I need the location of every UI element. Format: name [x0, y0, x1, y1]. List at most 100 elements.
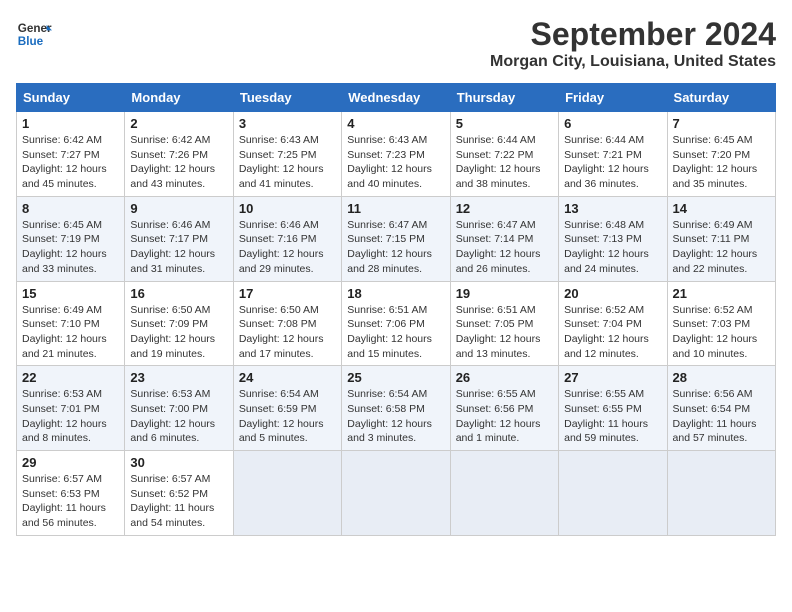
- day-info: Sunrise: 6:50 AMSunset: 7:08 PMDaylight:…: [239, 304, 324, 360]
- table-row: 25 Sunrise: 6:54 AMSunset: 6:58 PMDaylig…: [342, 366, 450, 451]
- day-number: 23: [130, 370, 227, 385]
- logo: General Blue General Blue: [16, 16, 52, 52]
- table-row: 27 Sunrise: 6:55 AMSunset: 6:55 PMDaylig…: [559, 366, 667, 451]
- day-number: 15: [22, 286, 119, 301]
- table-row: 20 Sunrise: 6:52 AMSunset: 7:04 PMDaylig…: [559, 281, 667, 366]
- day-number: 20: [564, 286, 661, 301]
- day-info: Sunrise: 6:52 AMSunset: 7:04 PMDaylight:…: [564, 304, 649, 360]
- day-info: Sunrise: 6:44 AMSunset: 7:22 PMDaylight:…: [456, 134, 541, 190]
- table-row: [559, 451, 667, 536]
- table-row: 17 Sunrise: 6:50 AMSunset: 7:08 PMDaylig…: [233, 281, 341, 366]
- day-info: Sunrise: 6:47 AMSunset: 7:15 PMDaylight:…: [347, 219, 432, 275]
- table-row: 13 Sunrise: 6:48 AMSunset: 7:13 PMDaylig…: [559, 196, 667, 281]
- day-info: Sunrise: 6:49 AMSunset: 7:10 PMDaylight:…: [22, 304, 107, 360]
- day-number: 1: [22, 116, 119, 131]
- day-info: Sunrise: 6:56 AMSunset: 6:54 PMDaylight:…: [673, 388, 757, 444]
- month-title: September 2024: [490, 16, 776, 53]
- day-number: 3: [239, 116, 336, 131]
- day-info: Sunrise: 6:45 AMSunset: 7:19 PMDaylight:…: [22, 219, 107, 275]
- table-row: 15 Sunrise: 6:49 AMSunset: 7:10 PMDaylig…: [17, 281, 125, 366]
- logo-icon: General Blue: [16, 16, 52, 52]
- day-info: Sunrise: 6:57 AMSunset: 6:53 PMDaylight:…: [22, 473, 106, 529]
- col-sunday: Sunday: [17, 84, 125, 112]
- day-number: 18: [347, 286, 444, 301]
- day-info: Sunrise: 6:54 AMSunset: 6:58 PMDaylight:…: [347, 388, 432, 444]
- table-row: [233, 451, 341, 536]
- table-row: [667, 451, 775, 536]
- day-info: Sunrise: 6:46 AMSunset: 7:17 PMDaylight:…: [130, 219, 215, 275]
- table-row: [450, 451, 558, 536]
- day-number: 13: [564, 201, 661, 216]
- table-row: 16 Sunrise: 6:50 AMSunset: 7:09 PMDaylig…: [125, 281, 233, 366]
- table-row: 26 Sunrise: 6:55 AMSunset: 6:56 PMDaylig…: [450, 366, 558, 451]
- day-number: 6: [564, 116, 661, 131]
- day-info: Sunrise: 6:55 AMSunset: 6:56 PMDaylight:…: [456, 388, 541, 444]
- table-row: 4 Sunrise: 6:43 AMSunset: 7:23 PMDayligh…: [342, 112, 450, 197]
- day-number: 27: [564, 370, 661, 385]
- day-number: 29: [22, 455, 119, 470]
- day-info: Sunrise: 6:48 AMSunset: 7:13 PMDaylight:…: [564, 219, 649, 275]
- day-number: 7: [673, 116, 770, 131]
- day-info: Sunrise: 6:43 AMSunset: 7:23 PMDaylight:…: [347, 134, 432, 190]
- day-info: Sunrise: 6:46 AMSunset: 7:16 PMDaylight:…: [239, 219, 324, 275]
- table-row: 12 Sunrise: 6:47 AMSunset: 7:14 PMDaylig…: [450, 196, 558, 281]
- header: General Blue General Blue September 2024…: [16, 16, 776, 71]
- table-row: 28 Sunrise: 6:56 AMSunset: 6:54 PMDaylig…: [667, 366, 775, 451]
- title-area: September 2024 Morgan City, Louisiana, U…: [490, 16, 776, 71]
- day-number: 28: [673, 370, 770, 385]
- day-info: Sunrise: 6:52 AMSunset: 7:03 PMDaylight:…: [673, 304, 758, 360]
- col-friday: Friday: [559, 84, 667, 112]
- day-number: 12: [456, 201, 553, 216]
- col-monday: Monday: [125, 84, 233, 112]
- table-row: 2 Sunrise: 6:42 AMSunset: 7:26 PMDayligh…: [125, 112, 233, 197]
- day-number: 24: [239, 370, 336, 385]
- day-number: 26: [456, 370, 553, 385]
- day-info: Sunrise: 6:57 AMSunset: 6:52 PMDaylight:…: [130, 473, 214, 529]
- day-number: 16: [130, 286, 227, 301]
- day-info: Sunrise: 6:43 AMSunset: 7:25 PMDaylight:…: [239, 134, 324, 190]
- day-info: Sunrise: 6:44 AMSunset: 7:21 PMDaylight:…: [564, 134, 649, 190]
- day-number: 30: [130, 455, 227, 470]
- day-info: Sunrise: 6:53 AMSunset: 7:01 PMDaylight:…: [22, 388, 107, 444]
- col-tuesday: Tuesday: [233, 84, 341, 112]
- table-row: 30 Sunrise: 6:57 AMSunset: 6:52 PMDaylig…: [125, 451, 233, 536]
- day-info: Sunrise: 6:55 AMSunset: 6:55 PMDaylight:…: [564, 388, 648, 444]
- header-row: Sunday Monday Tuesday Wednesday Thursday…: [17, 84, 776, 112]
- day-number: 14: [673, 201, 770, 216]
- table-row: 9 Sunrise: 6:46 AMSunset: 7:17 PMDayligh…: [125, 196, 233, 281]
- table-row: 19 Sunrise: 6:51 AMSunset: 7:05 PMDaylig…: [450, 281, 558, 366]
- table-row: 24 Sunrise: 6:54 AMSunset: 6:59 PMDaylig…: [233, 366, 341, 451]
- day-number: 11: [347, 201, 444, 216]
- table-row: 1 Sunrise: 6:42 AMSunset: 7:27 PMDayligh…: [17, 112, 125, 197]
- day-info: Sunrise: 6:53 AMSunset: 7:00 PMDaylight:…: [130, 388, 215, 444]
- day-number: 8: [22, 201, 119, 216]
- day-number: 9: [130, 201, 227, 216]
- day-info: Sunrise: 6:42 AMSunset: 7:27 PMDaylight:…: [22, 134, 107, 190]
- day-number: 10: [239, 201, 336, 216]
- table-row: 5 Sunrise: 6:44 AMSunset: 7:22 PMDayligh…: [450, 112, 558, 197]
- day-number: 2: [130, 116, 227, 131]
- table-row: 18 Sunrise: 6:51 AMSunset: 7:06 PMDaylig…: [342, 281, 450, 366]
- table-row: 14 Sunrise: 6:49 AMSunset: 7:11 PMDaylig…: [667, 196, 775, 281]
- table-row: 21 Sunrise: 6:52 AMSunset: 7:03 PMDaylig…: [667, 281, 775, 366]
- table-row: 23 Sunrise: 6:53 AMSunset: 7:00 PMDaylig…: [125, 366, 233, 451]
- col-saturday: Saturday: [667, 84, 775, 112]
- table-row: 10 Sunrise: 6:46 AMSunset: 7:16 PMDaylig…: [233, 196, 341, 281]
- table-row: 7 Sunrise: 6:45 AMSunset: 7:20 PMDayligh…: [667, 112, 775, 197]
- day-number: 17: [239, 286, 336, 301]
- day-number: 25: [347, 370, 444, 385]
- day-info: Sunrise: 6:54 AMSunset: 6:59 PMDaylight:…: [239, 388, 324, 444]
- day-number: 19: [456, 286, 553, 301]
- day-info: Sunrise: 6:49 AMSunset: 7:11 PMDaylight:…: [673, 219, 758, 275]
- table-row: 8 Sunrise: 6:45 AMSunset: 7:19 PMDayligh…: [17, 196, 125, 281]
- day-number: 4: [347, 116, 444, 131]
- svg-text:Blue: Blue: [18, 35, 44, 48]
- table-row: 29 Sunrise: 6:57 AMSunset: 6:53 PMDaylig…: [17, 451, 125, 536]
- day-number: 5: [456, 116, 553, 131]
- table-row: [342, 451, 450, 536]
- col-wednesday: Wednesday: [342, 84, 450, 112]
- day-info: Sunrise: 6:51 AMSunset: 7:06 PMDaylight:…: [347, 304, 432, 360]
- day-info: Sunrise: 6:45 AMSunset: 7:20 PMDaylight:…: [673, 134, 758, 190]
- table-row: 11 Sunrise: 6:47 AMSunset: 7:15 PMDaylig…: [342, 196, 450, 281]
- day-info: Sunrise: 6:42 AMSunset: 7:26 PMDaylight:…: [130, 134, 215, 190]
